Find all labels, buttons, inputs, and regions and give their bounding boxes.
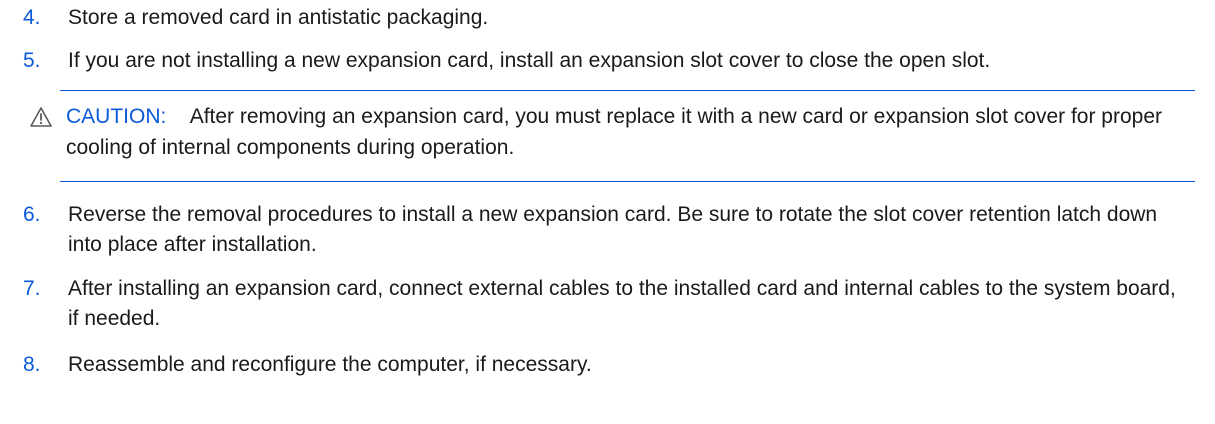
document-page: 4. Store a removed card in antistatic pa…: [0, 0, 1215, 424]
step-number: 7.: [23, 277, 41, 300]
step-number: 4.: [23, 6, 41, 29]
caution-label: CAUTION:: [66, 105, 167, 128]
step-number: 8.: [23, 353, 41, 376]
warning-triangle-icon: [30, 107, 52, 127]
step-text: If you are not installing a new expansio…: [68, 49, 991, 72]
caution-text: After removing an expansion card, you mu…: [66, 105, 1163, 159]
step-text: Reassemble and reconfigure the computer,…: [68, 353, 592, 376]
step-number: 5.: [23, 49, 41, 72]
caution-text-block: CAUTION: After removing an expansion car…: [66, 101, 1176, 163]
step-text: After installing an expansion card, conn…: [68, 277, 1176, 330]
caution-box: CAUTION: After removing an expansion car…: [30, 90, 1195, 182]
step-text: Store a removed card in antistatic packa…: [68, 6, 489, 29]
step-text: Reverse the removal procedures to instal…: [68, 203, 1158, 256]
step-number: 6.: [23, 203, 41, 226]
